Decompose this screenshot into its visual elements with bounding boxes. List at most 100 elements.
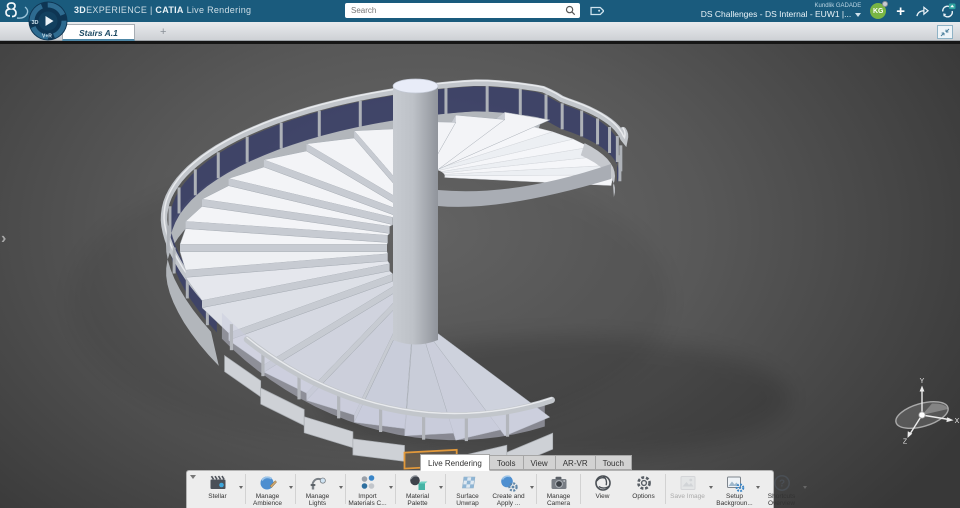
add-tab-button[interactable]: + <box>160 26 166 38</box>
search-input[interactable] <box>349 5 565 16</box>
tool-label: Manage Camera <box>546 493 571 508</box>
spiral-staircase-model[interactable] <box>0 44 960 508</box>
ribbon-tab-label: Live Rendering <box>428 458 482 468</box>
tool-import-materials-button[interactable]: Import Materials C... <box>347 473 388 508</box>
3d-compass-button[interactable]: 3D V+R <box>28 1 68 41</box>
dropdown-arrow-icon[interactable] <box>438 486 444 489</box>
tool-label: Surface Unwrap <box>456 493 479 508</box>
dassault-logo <box>5 2 29 19</box>
tool-camera-button[interactable]: Manage Camera <box>538 473 579 508</box>
3d-viewport[interactable]: › Y X Z Live Rendering Tools View AR-VR … <box>0 44 960 508</box>
tool-label: Stellar <box>208 493 227 500</box>
tool-label: Shortcuts Overview <box>767 493 796 508</box>
context-block: Kundlik GADADE DS Challenges - DS Intern… <box>701 3 862 19</box>
tag-icon[interactable] <box>588 3 604 19</box>
tool-view-button[interactable]: View <box>582 473 623 500</box>
share-button[interactable] <box>915 5 930 18</box>
toolbar-separator <box>580 474 581 504</box>
ribbon-tab-live-rendering[interactable]: Live Rendering <box>420 454 490 471</box>
dropdown-arrow-icon[interactable] <box>338 486 344 489</box>
ribbon-tab-view[interactable]: View <box>523 455 556 470</box>
ribbon-toolbar: Stellar Manage Ambience Manage Lights Im… <box>186 470 795 508</box>
brand-3d: 3D <box>74 5 87 15</box>
tool-label: Options <box>632 493 655 500</box>
add-content-button[interactable]: + <box>895 4 906 19</box>
compass-3d-label: 3D <box>32 20 39 26</box>
brand-module: Live Rendering <box>186 5 252 15</box>
dropdown-arrow-icon[interactable] <box>288 486 294 489</box>
toolbar-separator <box>245 474 246 504</box>
application-window: 3D V+R 3DEXPERIENCE | CATIA Live Renderi… <box>0 0 960 508</box>
app-title: 3DEXPERIENCE | CATIA Live Rendering <box>74 5 251 15</box>
dropdown-arrow-icon[interactable] <box>802 486 808 489</box>
help-icon: ? <box>773 475 790 491</box>
tool-lights-button[interactable]: Manage Lights <box>297 473 338 508</box>
brand-separator: | <box>149 5 153 15</box>
ribbon-tab-tools[interactable]: Tools <box>489 455 524 470</box>
surface-unwrap-icon <box>461 476 475 489</box>
save-image-icon <box>680 476 695 490</box>
dropdown-arrow-icon[interactable] <box>388 486 394 489</box>
top-bar: 3D V+R 3DEXPERIENCE | CATIA Live Renderi… <box>0 0 960 41</box>
topbar-right-cluster: Kundlik GADADE DS Challenges - DS Intern… <box>701 0 956 22</box>
viewport-divider <box>0 41 960 44</box>
sync-status-button[interactable] <box>939 3 956 19</box>
dropdown-arrow-icon[interactable] <box>238 486 244 489</box>
tool-label: Import Materials C... <box>348 493 387 508</box>
create-apply-icon <box>500 475 518 492</box>
tool-save-image-button: Save Image <box>667 473 708 500</box>
tool-help-button[interactable]: ? Shortcuts Overview <box>761 473 802 508</box>
share-icon <box>916 5 930 16</box>
sync-icon <box>942 3 956 18</box>
gizmo-x-label: X <box>955 418 960 425</box>
ribbon-tab-label: Tools <box>496 458 516 468</box>
lights-icon <box>310 477 326 490</box>
tool-row: Stellar Manage Ambience Manage Lights Im… <box>197 473 795 508</box>
ribbon-collapse-chevron[interactable] <box>189 473 197 481</box>
tool-ambience-button[interactable]: Manage Ambience <box>247 473 288 508</box>
brand-experience: EXPERIENCE <box>86 5 148 15</box>
left-panel-expander[interactable]: › <box>1 230 6 248</box>
status-dot <box>882 1 889 7</box>
background-icon <box>726 476 744 493</box>
tool-options-button[interactable]: Options <box>623 473 664 500</box>
ambience-icon <box>260 476 277 490</box>
context-label: DS Challenges - DS Internal - EUW1 |... <box>700 9 852 20</box>
document-tab-stairs[interactable]: Stairs A.1 <box>62 24 135 41</box>
toolbar-separator <box>665 474 666 504</box>
tool-label: Setup Backgroun... <box>716 493 753 508</box>
tool-create-apply-button[interactable]: Create and Apply ... <box>488 473 529 508</box>
toolbar-separator <box>536 474 537 504</box>
tool-surface-unwrap-button[interactable]: Surface Unwrap <box>447 473 488 508</box>
ribbon-tab-touch[interactable]: Touch <box>595 455 632 470</box>
ribbon-tab-label: View <box>530 458 548 468</box>
import-materials-icon <box>361 475 374 489</box>
navigation-gizmo[interactable]: Y X Z <box>876 374 960 446</box>
avatar-initials: KG <box>872 7 884 15</box>
toolbar-separator <box>295 474 296 504</box>
stellar-icon <box>209 475 225 489</box>
tool-label: Material Palette <box>405 493 430 508</box>
search-icon[interactable] <box>565 5 576 16</box>
avatar[interactable]: KG <box>870 1 889 19</box>
options-icon <box>636 476 651 490</box>
search-box <box>345 3 580 18</box>
ribbon-tab-label: AR-VR <box>562 458 588 468</box>
svg-text:?: ? <box>778 478 784 489</box>
ribbon-tab-ar-vr[interactable]: AR-VR <box>555 455 596 470</box>
compass-vr-label: V+R <box>42 34 52 40</box>
toolbar-separator <box>345 474 346 504</box>
tool-label: View <box>595 493 610 500</box>
tool-label: Manage Lights <box>305 493 330 508</box>
ribbon-tab-label: Touch <box>602 458 624 468</box>
fullscreen-toggle-button[interactable] <box>937 25 953 39</box>
view-icon <box>594 475 611 491</box>
brand-product: CATIA <box>155 5 184 15</box>
tool-material-palette-button[interactable]: Material Palette <box>397 473 438 508</box>
context-selector[interactable]: DS Challenges - DS Internal - EUW1 |... <box>701 10 862 19</box>
gizmo-y-label: Y <box>920 378 925 385</box>
tool-background-button[interactable]: Setup Backgroun... <box>714 473 755 508</box>
tool-label: Save Image <box>670 493 705 500</box>
tool-stellar-button[interactable]: Stellar <box>197 473 238 500</box>
dropdown-arrow-icon[interactable] <box>529 486 535 489</box>
